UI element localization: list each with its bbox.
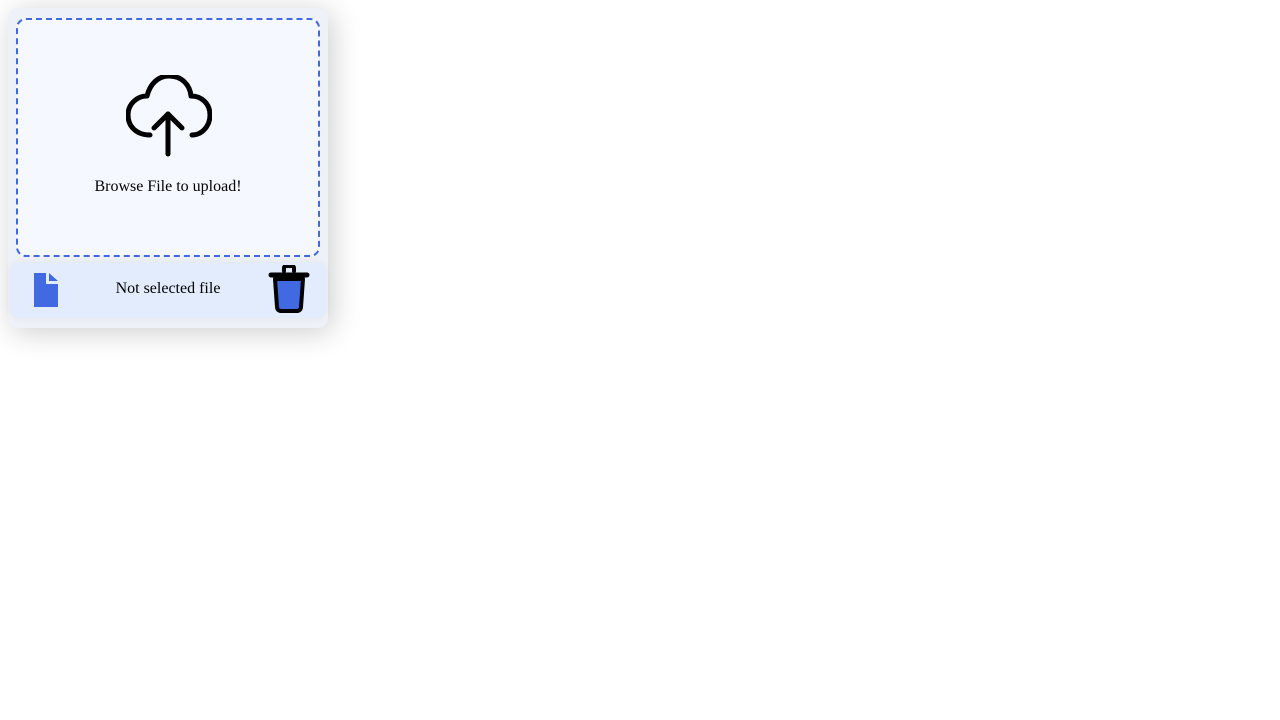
file-footer: Not selected file xyxy=(10,262,326,318)
cloud-upload-icon xyxy=(126,75,212,157)
upload-prompt: Browse File to upload! xyxy=(94,178,242,195)
trash-icon[interactable] xyxy=(268,265,310,313)
file-upload-card: Browse File to upload! Not selected file xyxy=(8,8,328,328)
upload-drop-zone[interactable]: Browse File to upload! xyxy=(16,18,320,257)
selected-file-label: Not selected file xyxy=(115,280,221,297)
file-icon xyxy=(34,273,58,307)
